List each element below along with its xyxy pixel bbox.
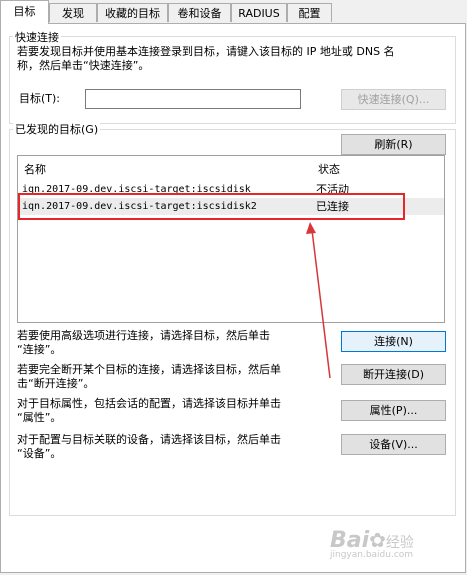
- paw-icon: ✿: [369, 528, 386, 552]
- highlight-box: [18, 193, 405, 220]
- tab-targets[interactable]: 目标: [0, 0, 49, 24]
- annotation-overlay: [18, 193, 405, 379]
- annotation-arrow: [311, 229, 331, 379]
- arrow-head-icon: [306, 222, 316, 234]
- watermark-brand-2: 经验: [385, 535, 414, 551]
- watermark: Bai✿经验 jingyan.baidu.com: [330, 528, 414, 560]
- watermark-url: jingyan.baidu.com: [330, 550, 414, 560]
